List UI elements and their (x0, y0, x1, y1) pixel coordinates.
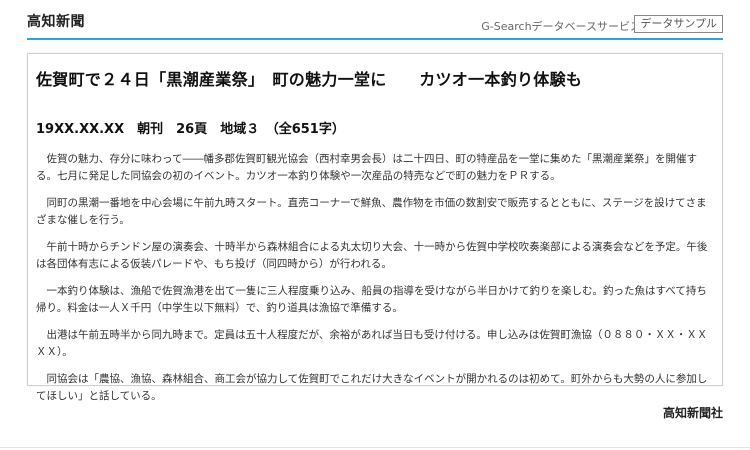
header-bar: 高知新聞 G-Searchデータベースサービス データサンプル (27, 0, 723, 40)
article-paragraph: 出港は午前五時半から同九時まで。定員は五十人程度だが、余裕があれば当日も受け付け… (36, 329, 708, 358)
data-sample-button[interactable]: データサンプル (634, 15, 723, 33)
page: 高知新聞 G-Searchデータベースサービス データサンプル 佐賀町で２４日「… (0, 0, 750, 450)
article-body: 佐賀の魅力、存分に味わって――幡多郡佐賀町観光協会（西村幸男会長）は二十四日、町… (36, 151, 716, 415)
article-paragraph: 佐賀の魅力、存分に味わって――幡多郡佐賀町観光協会（西村幸男会長）は二十四日、町… (36, 153, 697, 182)
article-paragraph: 午前十時からチンドン屋の演奏会、十時半から森林組合による丸太切り大会、十一時から… (36, 241, 708, 270)
brand-title: 高知新聞 (27, 14, 85, 30)
article-paragraph: 同町の黒潮一番地を中心会場に午前九時スタート。直売コーナーで鮮魚、農作物を市価の… (36, 197, 707, 226)
service-label: G-Searchデータベースサービス (481, 20, 641, 33)
article-paragraph: 同協会は「農協、漁協、森林組合、商工会が協力して佐賀町でこれだけ大きなイベントが… (36, 373, 708, 402)
article-meta: 19XX.XX.XX 朝刊 26頁 地域３ （全651字） (36, 122, 345, 137)
bottom-divider (0, 447, 750, 448)
publisher-credit: 高知新聞社 (662, 406, 723, 420)
article-card: 佐賀町で２４日「黒潮産業祭」 町の魅力一堂に カツオ一本釣り体験も 19XX.X… (27, 53, 723, 402)
article-headline: 佐賀町で２４日「黒潮産業祭」 町の魅力一堂に カツオ一本釣り体験も (36, 70, 583, 89)
article-paragraph: 一本釣り体験は、漁船で佐賀漁港を出て一隻に三人程度乗り込み、船員の指導を受けなが… (36, 285, 707, 314)
